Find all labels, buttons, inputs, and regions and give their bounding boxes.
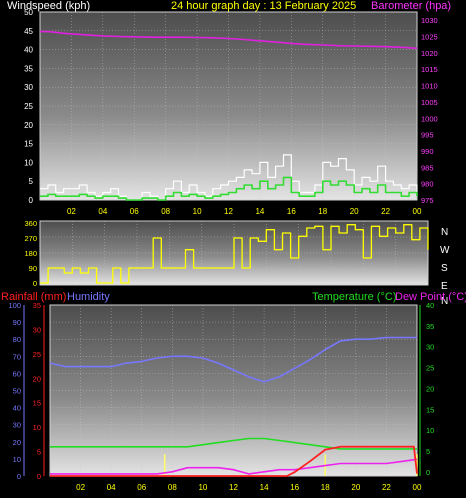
time-tick: 08 xyxy=(161,207,170,216)
time-tick: 12 xyxy=(224,207,233,216)
windspeed-tick: 15 xyxy=(24,140,33,149)
barometer-tick: 1010 xyxy=(421,82,438,91)
humidity-tick: 90 xyxy=(13,318,21,327)
barometer-tick: 975 xyxy=(421,196,434,205)
time-tick: 08 xyxy=(168,483,177,492)
windspeed-tick: 30 xyxy=(24,83,33,92)
humidity-tick: 30 xyxy=(13,421,21,430)
time-tick: 12 xyxy=(229,483,238,492)
temperature-tick: 25 xyxy=(426,364,434,373)
temperature-tick: 10 xyxy=(426,426,434,435)
direction-tick: 180 xyxy=(24,249,37,258)
rain-tick: 30 xyxy=(33,325,41,334)
rain-tick: 15 xyxy=(33,399,41,408)
temperature-tick: 40 xyxy=(426,301,434,310)
time-tick: 06 xyxy=(130,207,139,216)
time-tick: 10 xyxy=(198,483,207,492)
barometer-tick: 1025 xyxy=(421,33,438,42)
time-tick: 18 xyxy=(321,483,330,492)
compass-label: N xyxy=(441,227,448,238)
barometer-tick: 995 xyxy=(421,131,434,140)
temperature-tick: 20 xyxy=(426,384,434,393)
temperature-tick: 35 xyxy=(426,322,434,331)
humidity-tick: 100 xyxy=(8,301,21,310)
barometer-tick: 980 xyxy=(421,180,434,189)
barometer-axis-label: Barometer (hpa) xyxy=(371,0,451,12)
direction-tick: 0 xyxy=(33,279,37,288)
direction-tick: 270 xyxy=(24,234,37,243)
time-tick: 14 xyxy=(260,483,269,492)
compass-label: W xyxy=(440,245,450,256)
time-tick: 10 xyxy=(193,207,202,216)
barometer-tick: 985 xyxy=(421,163,434,172)
barometer-tick: 1015 xyxy=(421,65,438,74)
time-tick: 18 xyxy=(318,207,327,216)
temperature-tick: 0 xyxy=(426,468,430,477)
humidity-tick: 50 xyxy=(13,387,21,396)
compass-label: S xyxy=(441,263,448,274)
time-tick: 16 xyxy=(287,207,296,216)
humidity-tick: 40 xyxy=(13,404,21,413)
humidity-tick: 0 xyxy=(17,472,21,481)
rain-tick: 10 xyxy=(33,423,41,432)
humidity-tick: 80 xyxy=(13,335,21,344)
rain-tick: 5 xyxy=(37,448,41,457)
rain-tick: 0 xyxy=(37,472,41,481)
time-tick: 20 xyxy=(350,207,359,216)
humidity-tick: 20 xyxy=(13,438,21,447)
windspeed-tick: 35 xyxy=(24,64,33,73)
time-tick: 02 xyxy=(67,207,76,216)
time-tick: 04 xyxy=(98,207,107,216)
time-tick: 20 xyxy=(351,483,360,492)
windspeed-tick: 10 xyxy=(24,158,33,167)
windspeed-tick: 25 xyxy=(24,102,33,111)
humidity-tick: 60 xyxy=(13,369,21,378)
time-tick: 14 xyxy=(255,207,264,216)
time-tick: 02 xyxy=(76,483,85,492)
time-tick: 00 xyxy=(413,483,422,492)
temperature-tick: 15 xyxy=(426,405,434,414)
humidity-axis-label: Humidity xyxy=(67,291,110,303)
weather-graph-page: Windspeed (kph) 24 hour graph day : 13 F… xyxy=(0,0,466,498)
direction-tick: 360 xyxy=(24,219,37,228)
humidity-tick: 10 xyxy=(13,455,21,464)
barometer-tick: 990 xyxy=(421,147,434,156)
time-tick: 22 xyxy=(381,207,390,216)
barometer-tick: 1030 xyxy=(421,16,438,25)
rain-tick: 20 xyxy=(33,374,41,383)
windspeed-tick: 45 xyxy=(24,27,33,36)
direction-tick: 90 xyxy=(29,264,37,273)
temperature-tick: 5 xyxy=(426,447,430,456)
chart-title: 24 hour graph day : 13 February 2025 xyxy=(171,0,356,12)
time-tick: 22 xyxy=(382,483,391,492)
rain-tick: 35 xyxy=(33,301,41,310)
windspeed-tick: 40 xyxy=(24,46,33,55)
barometer-tick: 1020 xyxy=(421,49,438,58)
time-tick: 06 xyxy=(137,483,146,492)
temperature-axis-label: Temperature (°C) xyxy=(312,291,396,303)
windspeed-tick: 0 xyxy=(29,196,34,205)
windspeed-tick: 50 xyxy=(24,8,33,17)
windspeed-axis-label: Windspeed (kph) xyxy=(7,0,90,12)
temperature-tick: 30 xyxy=(426,343,434,352)
barometer-tick: 1005 xyxy=(421,98,438,107)
windspeed-tick: 5 xyxy=(29,177,34,186)
rain-tick: 25 xyxy=(33,350,41,359)
time-tick: 04 xyxy=(107,483,116,492)
barometer-tick: 1000 xyxy=(421,114,438,123)
weather-charts: Windspeed (kph) 24 hour graph day : 13 F… xyxy=(1,0,466,492)
humidity-tick: 70 xyxy=(13,352,21,361)
time-tick: 16 xyxy=(290,483,299,492)
windspeed-tick: 20 xyxy=(24,121,33,130)
time-tick: 00 xyxy=(413,207,422,216)
